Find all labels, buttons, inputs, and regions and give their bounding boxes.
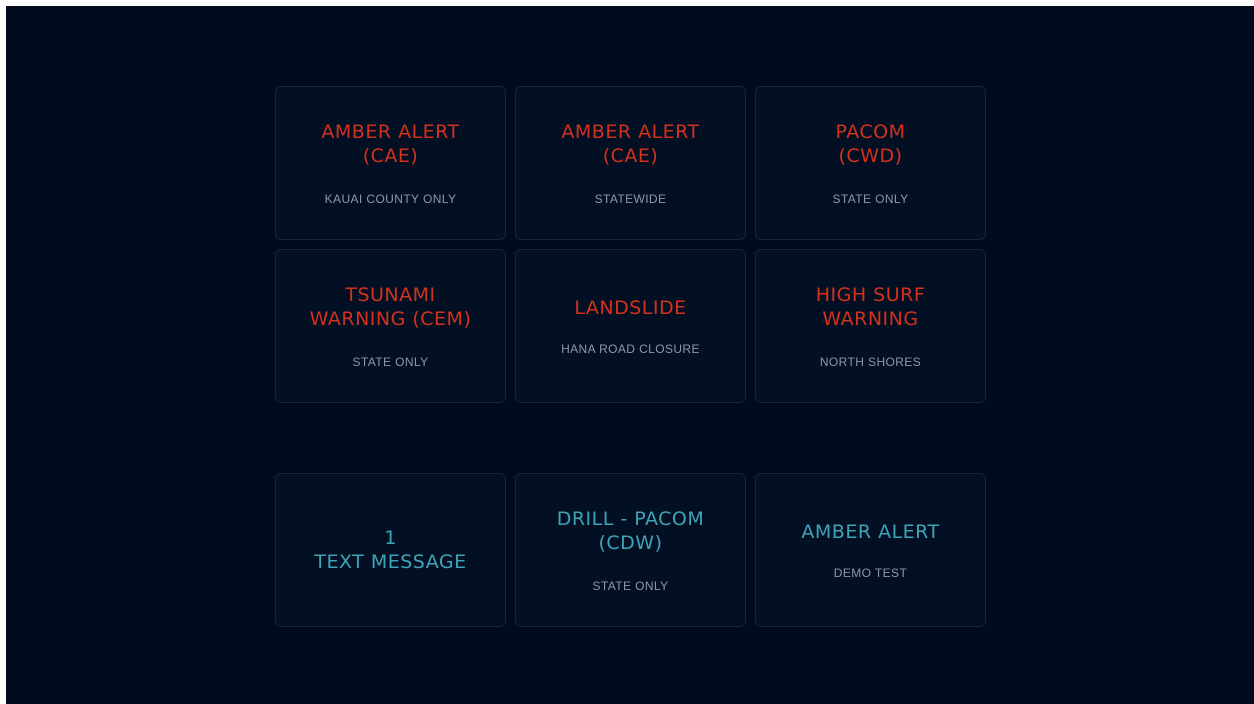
amber-alert-kauai-tile[interactable]: AMBER ALERT (CAE) KAUAI COUNTY ONLY — [275, 86, 506, 240]
tile-subtitle: STATEWIDE — [594, 192, 667, 206]
amber-alert-statewide-tile[interactable]: AMBER ALERT (CAE) STATEWIDE — [515, 86, 746, 240]
tile-subtitle: DEMO TEST — [833, 566, 908, 580]
amber-alert-demo-tile[interactable]: AMBER ALERT DEMO TEST — [755, 473, 986, 627]
alert-console-screen: AMBER ALERT (CAE) KAUAI COUNTY ONLY AMBE… — [6, 6, 1254, 704]
tile-title: DRILL - PACOM (CDW) — [556, 508, 705, 554]
tile-subtitle: STATE ONLY — [592, 579, 669, 593]
tile-subtitle: NORTH SHORES — [819, 355, 922, 369]
drill-pacom-tile[interactable]: DRILL - PACOM (CDW) STATE ONLY — [515, 473, 746, 627]
tile-title: AMBER ALERT (CAE) — [561, 121, 700, 167]
tile-subtitle: STATE ONLY — [832, 192, 909, 206]
tile-title: PACOM (CWD) — [835, 121, 906, 167]
tile-title: AMBER ALERT (CAE) — [321, 121, 460, 167]
pacom-cwd-tile[interactable]: PACOM (CWD) STATE ONLY — [755, 86, 986, 240]
landslide-tile[interactable]: LANDSLIDE HANA ROAD CLOSURE — [515, 249, 746, 403]
text-message-tile[interactable]: 1 TEXT MESSAGE — [275, 473, 506, 627]
tile-title: HIGH SURF WARNING — [815, 284, 926, 330]
tile-title: AMBER ALERT — [801, 521, 940, 543]
tile-subtitle: STATE ONLY — [352, 355, 429, 369]
tile-title: TSUNAMI WARNING (CEM) — [309, 284, 472, 330]
tsunami-warning-tile[interactable]: TSUNAMI WARNING (CEM) STATE ONLY — [275, 249, 506, 403]
tile-title: 1 TEXT MESSAGE — [314, 527, 467, 573]
test-tiles-grid: 1 TEXT MESSAGE DRILL - PACOM (CDW) STATE… — [275, 473, 987, 627]
alert-tiles-grid: AMBER ALERT (CAE) KAUAI COUNTY ONLY AMBE… — [275, 86, 987, 403]
tile-subtitle: KAUAI COUNTY ONLY — [324, 192, 457, 206]
tile-title: LANDSLIDE — [574, 297, 687, 319]
high-surf-warning-tile[interactable]: HIGH SURF WARNING NORTH SHORES — [755, 249, 986, 403]
tile-subtitle: HANA ROAD CLOSURE — [561, 342, 700, 356]
